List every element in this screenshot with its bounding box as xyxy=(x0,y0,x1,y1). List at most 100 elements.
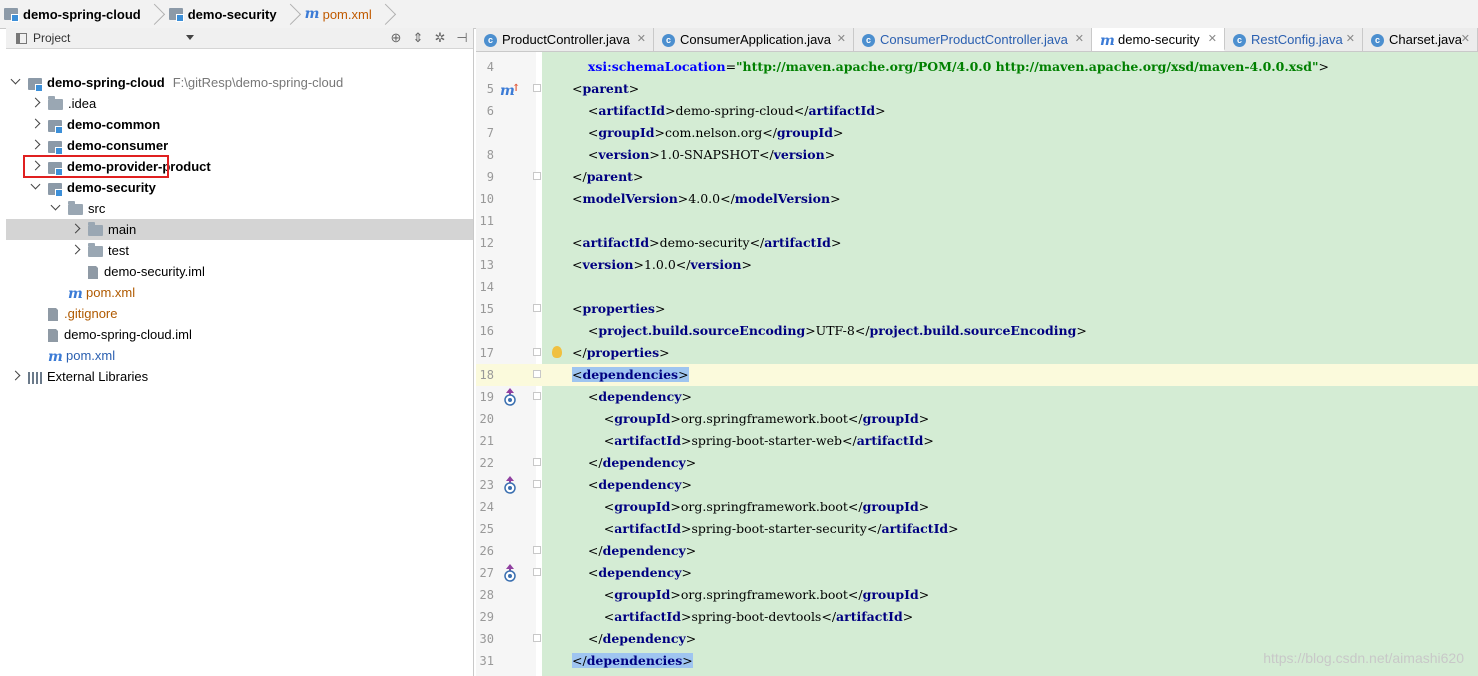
line-number: 8 xyxy=(486,148,494,162)
code-line[interactable]: 13 <version>1.0.0</version> xyxy=(476,254,1478,276)
code-line[interactable]: 25 <artifactId>spring-boot-starter-secur… xyxy=(476,518,1478,540)
fold-marker-icon[interactable] xyxy=(533,172,541,180)
fold-marker-icon[interactable] xyxy=(533,392,541,400)
collapse-all-icon[interactable]: ⇕ xyxy=(411,30,425,46)
code-line[interactable]: 14 xyxy=(476,276,1478,298)
close-icon[interactable]: ✕ xyxy=(1346,28,1355,51)
code-line[interactable]: 8 <version>1.0-SNAPSHOT</version> xyxy=(476,144,1478,166)
overridden-artifact-icon[interactable] xyxy=(503,476,517,494)
code-line[interactable]: 24 <groupId>org.springframework.boot</gr… xyxy=(476,496,1478,518)
fold-marker-icon[interactable] xyxy=(533,348,541,356)
project-view-selector[interactable]: Project xyxy=(16,31,70,45)
editor-tab[interactable]: c ConsumerApplication.java ✕ xyxy=(654,28,854,51)
code-line[interactable]: 4 xsi:schemaLocation="http://maven.apach… xyxy=(476,56,1478,78)
tree-item[interactable]: demo-consumer xyxy=(6,135,473,156)
tree-item-path: F:\gitResp\demo-spring-cloud xyxy=(172,75,344,90)
fold-marker-icon[interactable] xyxy=(533,304,541,312)
close-icon[interactable]: ✕ xyxy=(1075,28,1084,51)
breadcrumb-module[interactable]: demo-security xyxy=(165,0,301,28)
tree-item[interactable]: src xyxy=(6,198,473,219)
code-line[interactable]: 18 <dependencies> xyxy=(476,364,1478,386)
tree-item[interactable]: demo-common xyxy=(6,114,473,135)
code-line[interactable]: 11 xyxy=(476,210,1478,232)
editor-tab[interactable]: m demo-security ✕ xyxy=(1092,28,1225,51)
tree-item[interactable]: demo-security xyxy=(6,177,473,198)
code-line[interactable]: 15 <properties> xyxy=(476,298,1478,320)
chevron-down-icon[interactable] xyxy=(186,35,194,40)
chevron-right-icon[interactable] xyxy=(32,99,40,107)
tree-item[interactable]: test xyxy=(6,240,473,261)
chevron-down-icon[interactable] xyxy=(52,204,60,212)
lightbulb-icon[interactable] xyxy=(552,346,562,358)
fold-marker-icon[interactable] xyxy=(533,634,541,642)
code-editor[interactable]: 4 xsi:schemaLocation="http://maven.apach… xyxy=(476,52,1478,676)
code-line[interactable]: 6 <artifactId>demo-spring-cloud</artifac… xyxy=(476,100,1478,122)
close-icon[interactable]: ✕ xyxy=(1208,28,1217,49)
gear-icon[interactable]: ✲ xyxy=(433,30,447,46)
chevron-right-icon[interactable] xyxy=(32,120,40,128)
editor-tab[interactable]: c RestConfig.java ✕ xyxy=(1225,28,1363,51)
chevron-right-icon[interactable] xyxy=(12,372,20,380)
tree-item[interactable]: .idea xyxy=(6,93,473,114)
line-number: 30 xyxy=(479,632,494,646)
tree-item[interactable]: m pom.xml xyxy=(6,345,473,366)
code-line[interactable]: 17 </properties> xyxy=(476,342,1478,364)
editor-tab[interactable]: c Charset.java ✕ xyxy=(1363,28,1478,51)
hide-panel-icon[interactable]: ⊣ xyxy=(455,30,469,46)
fold-marker-icon[interactable] xyxy=(533,84,541,92)
code-line[interactable]: 28 <groupId>org.springframework.boot</gr… xyxy=(476,584,1478,606)
project-panel: Project ⊕ ⇕ ✲ ⊣ demo-spring-cloud F:\gitR… xyxy=(6,28,474,676)
code-line[interactable]: 21 <artifactId>spring-boot-starter-web</… xyxy=(476,430,1478,452)
code-line[interactable]: 30 </dependency> xyxy=(476,628,1478,650)
overridden-artifact-icon[interactable] xyxy=(503,564,517,582)
tree-item[interactable]: External Libraries xyxy=(6,366,473,387)
breadcrumb-file[interactable]: m pom.xml xyxy=(301,0,396,28)
code-line[interactable]: 26 </dependency> xyxy=(476,540,1478,562)
close-icon[interactable]: ✕ xyxy=(837,28,846,51)
code-line[interactable]: 9 </parent> xyxy=(476,166,1478,188)
close-icon[interactable]: ✕ xyxy=(1461,28,1470,51)
line-number: 7 xyxy=(486,126,494,140)
code-line[interactable]: 7 <groupId>com.nelson.org</groupId> xyxy=(476,122,1478,144)
tree-item-content: demo-common xyxy=(48,114,160,135)
code-line[interactable]: 12 <artifactId>demo-security</artifactId> xyxy=(476,232,1478,254)
fold-marker-icon[interactable] xyxy=(533,370,541,378)
fold-marker-icon[interactable] xyxy=(533,568,541,576)
tree-item[interactable]: demo-spring-cloud F:\gitResp\demo-spring-… xyxy=(6,72,473,93)
fold-marker-icon[interactable] xyxy=(533,546,541,554)
code-line[interactable]: 23 <dependency> xyxy=(476,474,1478,496)
code-line[interactable]: 10 <modelVersion>4.0.0</modelVersion> xyxy=(476,188,1478,210)
maven-parent-icon[interactable]: m xyxy=(500,78,520,102)
tree-item-label: External Libraries xyxy=(47,369,149,384)
annotation-highlight-box xyxy=(23,155,169,178)
overridden-artifact-icon[interactable] xyxy=(503,388,517,406)
code-line[interactable]: 5m <parent> xyxy=(476,78,1478,100)
breadcrumb-project[interactable]: demo-spring-cloud xyxy=(0,0,165,28)
code-line[interactable]: 16 <project.build.sourceEncoding>UTF-8</… xyxy=(476,320,1478,342)
libraries-icon xyxy=(28,371,42,384)
tree-item[interactable]: main xyxy=(6,219,473,240)
iml-file-icon xyxy=(48,328,59,343)
code-line[interactable]: 20 <groupId>org.springframework.boot</gr… xyxy=(476,408,1478,430)
code-line[interactable]: 19 <dependency> xyxy=(476,386,1478,408)
chevron-right-icon[interactable] xyxy=(72,246,80,254)
tree-item[interactable]: m pom.xml xyxy=(6,282,473,303)
chevron-right-icon[interactable] xyxy=(72,225,80,233)
code-line[interactable]: 29 <artifactId>spring-boot-devtools</art… xyxy=(476,606,1478,628)
code-line[interactable]: 22 </dependency> xyxy=(476,452,1478,474)
close-icon[interactable]: ✕ xyxy=(637,28,646,51)
tree-item[interactable]: .gitignore xyxy=(6,303,473,324)
fold-marker-icon[interactable] xyxy=(533,480,541,488)
editor-tabs: c ProductController.java ✕ c ConsumerApplica… xyxy=(476,28,1478,52)
fold-marker-icon[interactable] xyxy=(533,458,541,466)
chevron-down-icon[interactable] xyxy=(32,183,40,191)
editor-tab[interactable]: c ConsumerProductController.java ✕ xyxy=(854,28,1092,51)
tree-item-content: m pom.xml xyxy=(48,345,115,366)
editor-tab[interactable]: c ProductController.java ✕ xyxy=(476,28,654,51)
chevron-down-icon[interactable] xyxy=(12,78,20,86)
code-line[interactable]: 27 <dependency> xyxy=(476,562,1478,584)
tree-item[interactable]: demo-spring-cloud.iml xyxy=(6,324,473,345)
tree-item[interactable]: demo-security.iml xyxy=(6,261,473,282)
locate-icon[interactable]: ⊕ xyxy=(389,30,403,46)
chevron-right-icon[interactable] xyxy=(32,141,40,149)
